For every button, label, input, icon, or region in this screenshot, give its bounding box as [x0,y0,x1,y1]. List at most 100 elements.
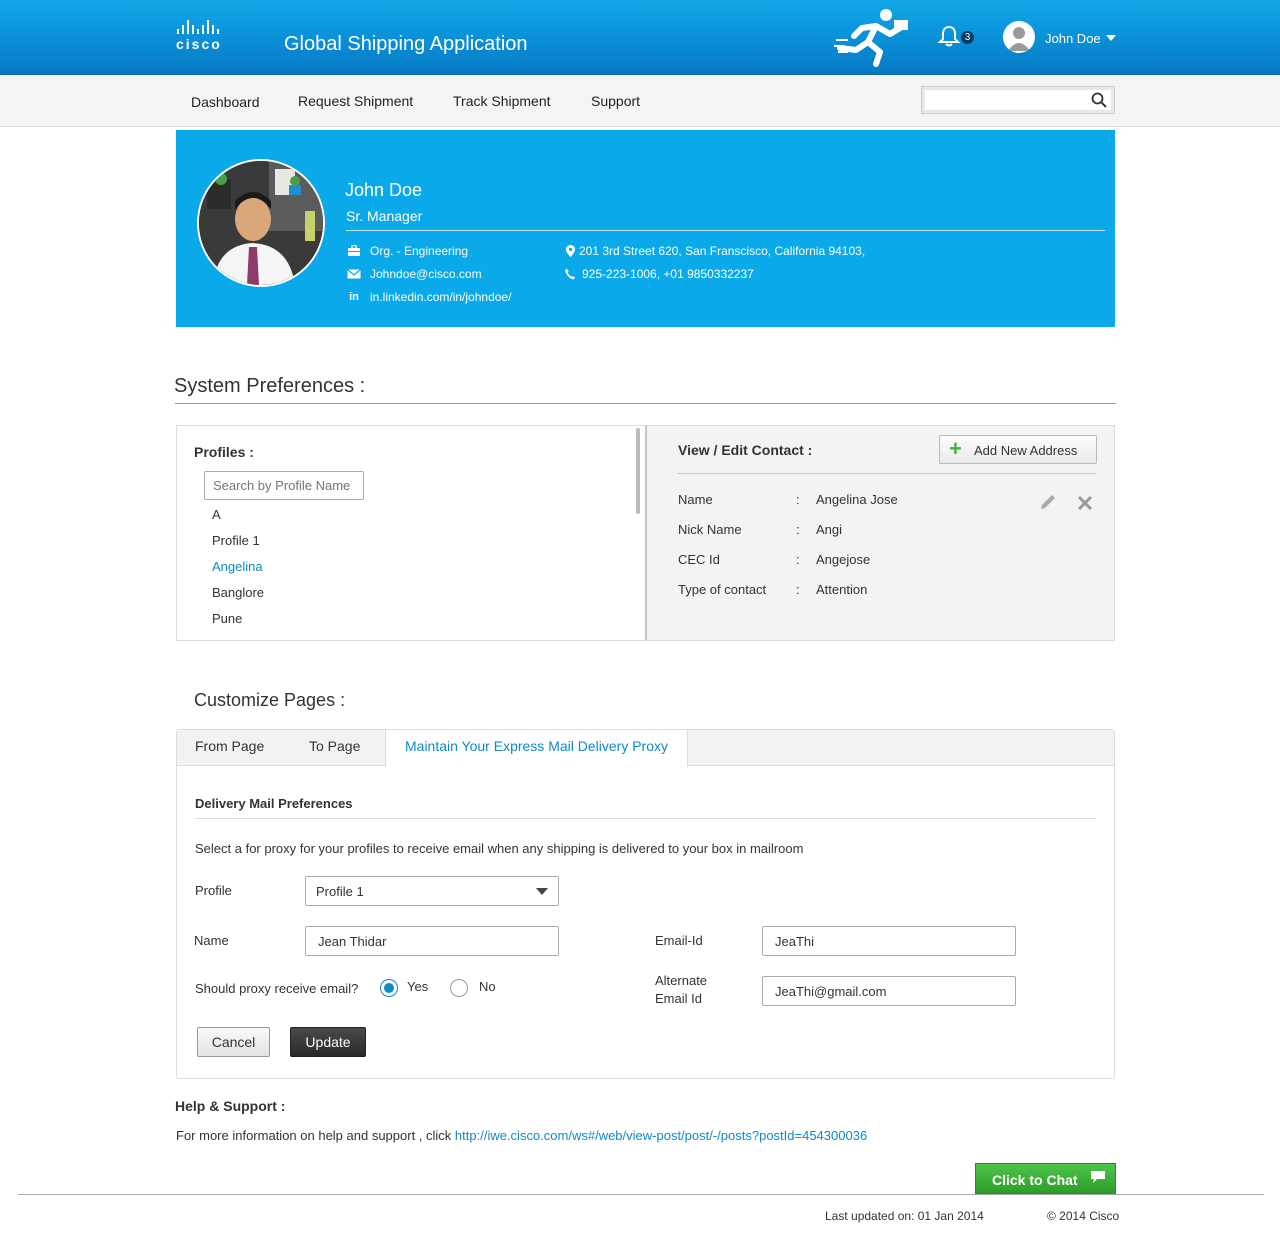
nav-request-shipment[interactable]: Request Shipment [298,93,413,109]
app-title: Global Shipping Application [284,33,528,55]
add-new-address-button[interactable]: + Add New Address [939,435,1097,464]
nav-support[interactable]: Support [591,93,640,109]
customize-tabs-panel: From Page To Page Maintain Your Express … [176,729,1115,1079]
profile-job-title: Sr. Manager [346,208,423,224]
main-nav: Dashboard Request Shipment Track Shipmen… [0,76,1280,127]
profile-list-item[interactable]: Profile 1 [212,533,260,548]
click-to-chat-button[interactable]: Click to Chat [975,1163,1116,1194]
running-man-icon [834,9,908,67]
chat-button-label: Click to Chat [992,1172,1078,1188]
user-menu-name[interactable]: John Doe [1045,31,1101,46]
email-field-label: Email-Id [655,933,703,948]
section-divider [175,403,1116,404]
profiles-pane: Profiles : A Profile 1 Angelina Banglore… [177,426,636,640]
proxy-no-label[interactable]: No [479,978,496,996]
bell-icon[interactable] [937,24,961,48]
copyright-text: © 2014 Cisco [1047,1209,1120,1223]
contact-field-colon: : [796,552,800,567]
profile-select[interactable]: Profile 1 [305,876,559,906]
profile-search-input[interactable] [204,471,364,500]
close-icon[interactable] [1077,495,1093,511]
global-search [921,86,1115,114]
proxy-no-radio[interactable] [450,979,468,997]
help-link[interactable]: http://iwe.cisco.com/ws#/web/view-post/p… [455,1128,867,1143]
profile-phone: 925-223-1006, +01 9850332237 [582,267,754,281]
map-pin-icon [565,244,575,258]
profile-linkedin[interactable]: in.linkedin.com/in/johndoe/ [370,290,511,304]
contact-field-colon: : [796,582,800,597]
contact-field-value: Angejose [816,552,871,567]
profile-address-row: 201 3rd Street 620, San Franscisco, Cali… [565,244,865,258]
profile-email[interactable]: Johndoe@cisco.com [370,267,482,281]
profiles-label: Profiles : [194,444,254,460]
system-preferences-panel: Profiles : A Profile 1 Angelina Banglore… [176,425,1115,641]
profile-list-item[interactable]: Pune [212,611,242,626]
chat-bubble-icon [1091,1171,1105,1183]
profile-org-row: Org. - Engineering [346,244,468,258]
profile-list-item[interactable]: Banglore [212,585,264,600]
person-photo-icon [199,161,323,285]
contact-field-label: Name [678,492,713,507]
search-icon[interactable] [1091,92,1107,108]
name-field-label: Name [194,933,229,948]
profile-linkedin-row: in in.linkedin.com/in/johndoe/ [346,290,511,304]
footer-divider [18,1194,1264,1195]
proxy-yes-radio[interactable] [380,979,398,997]
contact-field-label: Nick Name [678,522,742,537]
search-input[interactable] [928,91,1088,109]
form-title: Delivery Mail Preferences [195,796,353,811]
contact-field-label: CEC Id [678,552,720,567]
profile-phone-row: 925-223-1006, +01 9850332237 [565,267,754,281]
contact-field-label: Type of contact [678,582,767,597]
tab-express-mail-proxy[interactable]: Maintain Your Express Mail Delivery Prox… [385,730,688,767]
contact-field-colon: : [796,492,800,507]
cancel-button[interactable]: Cancel [197,1027,270,1057]
last-updated-text: Last updated on: 01 Jan 2014 [825,1209,984,1223]
system-preferences-title: System Preferences : [174,375,366,397]
envelope-icon [346,267,362,281]
tab-to-page[interactable]: To Page [309,730,360,766]
email-input[interactable] [762,926,1016,956]
alt-email-input[interactable] [762,976,1016,1006]
phone-icon [565,267,575,281]
nav-track-shipment[interactable]: Track Shipment [453,93,551,109]
user-avatar[interactable] [1003,21,1035,53]
app-header: cisco Global Shipping Application 3 John… [0,0,1280,75]
tab-from-page[interactable]: From Page [195,730,264,766]
profile-select-value: Profile 1 [316,884,364,899]
user-silhouette-icon [1008,27,1030,51]
profile-list-item-active[interactable]: Angelina [212,559,263,574]
tab-bar: From Page To Page Maintain Your Express … [177,730,1114,767]
profile-field-label: Profile [195,883,232,898]
profile-name: John Doe [345,180,423,200]
contact-field-value: Angi [816,522,843,537]
pencil-icon[interactable] [1039,493,1057,511]
contact-pane: View / Edit Contact : + Add New Address … [647,426,1114,640]
update-button[interactable]: Update [290,1027,366,1057]
proxy-question-label: Should proxy receive email? [195,981,359,996]
form-divider [195,818,1096,819]
help-text: For more information on help and support… [176,1128,455,1143]
name-input[interactable] [305,926,559,956]
nav-dashboard[interactable]: Dashboard [191,94,260,110]
chevron-down-icon[interactable] [1106,35,1116,41]
profile-divider [346,230,1105,231]
proxy-yes-label[interactable]: Yes [407,978,428,996]
contact-divider [677,473,1096,474]
add-new-address-label: Add New Address [974,443,1078,458]
form-description: Select a for proxy for your profiles to … [195,841,804,856]
profile-card: John Doe Sr. Manager Org. - Engineering … [176,130,1115,327]
customize-pages-title: Customize Pages : [194,690,346,710]
linkedin-icon: in [349,291,359,303]
contact-field-colon: : [796,522,800,537]
cisco-logo[interactable]: cisco [176,20,236,56]
view-edit-contact-label: View / Edit Contact : [678,442,813,458]
plus-icon: + [949,436,962,461]
profile-list-item[interactable]: A [212,507,221,522]
profiles-scrollbar[interactable] [636,428,640,514]
help-support-text: For more information on help and support… [176,1128,867,1143]
profile-address: 201 3rd Street 620, San Franscisco, Cali… [579,244,866,258]
profile-photo [197,159,325,287]
notification-count-badge: 3 [961,31,974,44]
briefcase-icon [346,244,362,258]
